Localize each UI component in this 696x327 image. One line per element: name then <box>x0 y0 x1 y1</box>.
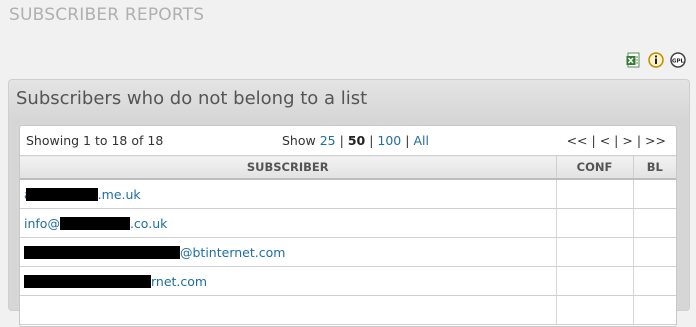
subscriber-email-link[interactable]: info@ .co.uk <box>20 208 557 238</box>
last-page-button[interactable]: >> <box>645 133 666 148</box>
separator: | <box>339 133 344 148</box>
table-row: info@ .co.uk <box>20 208 676 238</box>
column-header-subscriber[interactable]: SUBSCRIBER <box>20 155 557 180</box>
pagination: << | < | > | >> <box>567 133 666 148</box>
bl-cell <box>633 266 676 296</box>
subscriber-email-link[interactable]: @btinternet.com <box>20 237 557 267</box>
conf-cell <box>556 208 634 238</box>
bl-cell <box>633 179 676 209</box>
subscriber-email-link[interactable]: rnet.com <box>20 266 557 296</box>
separator: | <box>636 133 642 148</box>
subscriber-table: SUBSCRIBER CONF BL a.me.uk info@.co.uk <box>20 155 676 325</box>
page-title: SUBSCRIBER REPORTS <box>9 5 205 25</box>
show-label: Show <box>282 133 316 148</box>
redacted-block <box>24 274 151 288</box>
prev-page-button[interactable]: < <box>600 133 610 148</box>
gpl-icon[interactable]: GPL <box>670 52 686 68</box>
redacted-block <box>25 187 98 201</box>
separator: | <box>591 133 596 148</box>
panel-title: Subscribers who do not belong to a list <box>16 88 368 109</box>
subscriber-table-container: Showing 1 to 18 of 18 Show 25 | 50 | 100… <box>19 125 677 327</box>
conf-cell <box>556 295 634 325</box>
next-page-button[interactable]: > <box>622 133 632 148</box>
conf-cell <box>556 179 634 209</box>
page-size-50: 50 <box>347 133 366 148</box>
subscriber-email-link[interactable] <box>20 295 557 325</box>
excel-export-icon[interactable] <box>626 52 642 68</box>
redacted-block <box>24 245 180 259</box>
table-row: a.me.uk <box>20 179 676 209</box>
svg-text:GPL: GPL <box>672 59 685 65</box>
table-toolbar: Showing 1 to 18 of 18 Show 25 | 50 | 100… <box>20 126 676 155</box>
subscriber-email-link[interactable]: a.me.uk <box>20 179 557 209</box>
showing-count: Showing 1 to 18 of 18 <box>26 133 164 148</box>
column-header-bl[interactable]: BL <box>633 155 676 180</box>
conf-cell <box>556 266 634 296</box>
page-size-selector: Show 25 | 50 | 100 | All <box>282 133 429 148</box>
report-panel: Subscribers who do not belong to a list … <box>8 79 690 327</box>
table-row: @btinternet.com <box>20 237 676 267</box>
separator: | <box>405 133 410 148</box>
page-size-25[interactable]: 25 <box>320 133 336 148</box>
separator: | <box>614 133 619 148</box>
first-page-button[interactable]: << <box>567 133 588 148</box>
page-size-100[interactable]: 100 <box>377 133 401 148</box>
info-icon[interactable] <box>648 52 664 68</box>
separator: | <box>369 133 374 148</box>
table-row: rnet.com <box>20 266 676 296</box>
column-header-conf[interactable]: CONF <box>556 155 634 180</box>
bl-cell <box>633 208 676 238</box>
conf-cell <box>556 237 634 267</box>
page-size-all[interactable]: All <box>413 133 429 148</box>
bl-cell <box>633 295 676 325</box>
table-row <box>20 295 676 325</box>
bl-cell <box>633 237 676 267</box>
action-icons: GPL <box>626 52 686 68</box>
redacted-block <box>59 216 130 230</box>
